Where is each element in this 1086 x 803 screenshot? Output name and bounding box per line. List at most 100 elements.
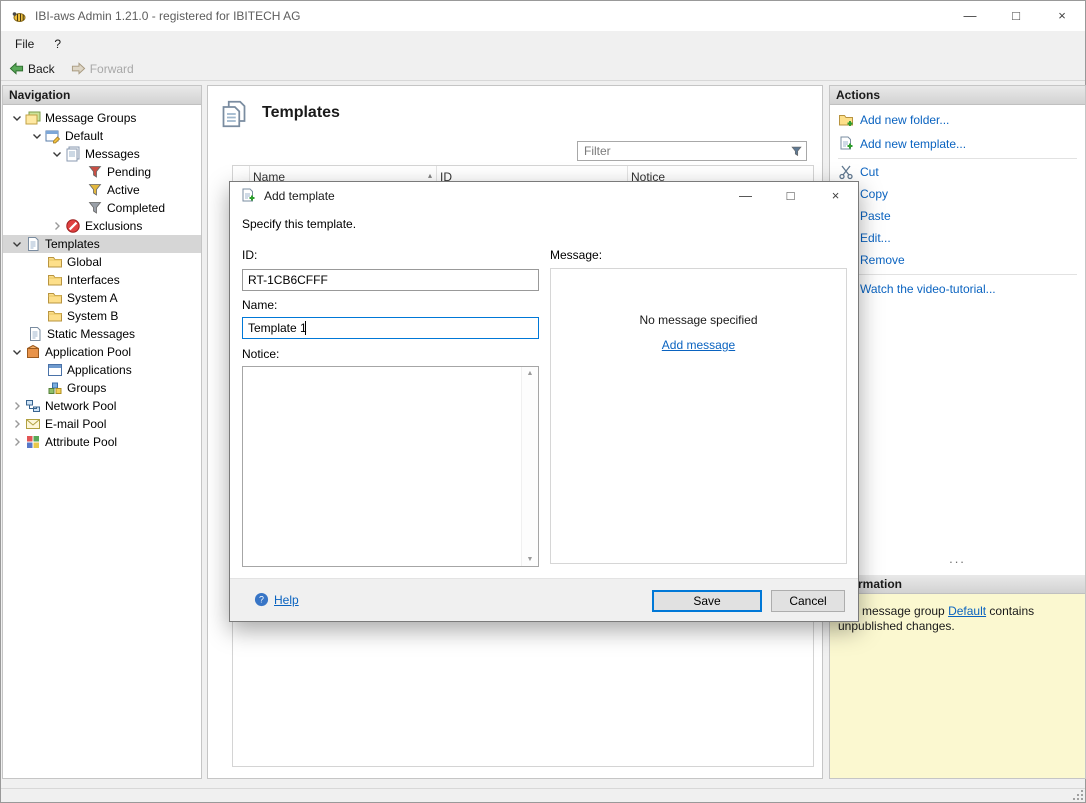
chevron-right-icon[interactable]	[9, 434, 25, 450]
tree-item-email-pool[interactable]: E-mail Pool	[3, 415, 201, 433]
tree-item-interfaces[interactable]: Interfaces	[3, 271, 201, 289]
name-label: Name:	[242, 298, 277, 312]
action-label: Add new template...	[860, 137, 966, 151]
menu-file[interactable]: File	[5, 31, 44, 57]
application-pool-icon	[25, 344, 41, 360]
forward-button[interactable]: Forward	[63, 57, 142, 81]
dialog-title: Add template	[264, 182, 335, 210]
chevron-right-icon[interactable]	[9, 398, 25, 414]
app-logo-icon	[11, 8, 27, 24]
tree-item-label: Static Messages	[47, 327, 135, 341]
tree-item-messages[interactable]: Messages	[3, 145, 201, 163]
svg-text:?: ?	[259, 595, 264, 605]
message-groups-icon	[25, 110, 41, 126]
id-label: ID:	[242, 248, 257, 262]
action-watch-video-tutorial[interactable]: Watch the video-tutorial...	[838, 278, 1081, 300]
tree-item-network-pool[interactable]: Network Pool	[3, 397, 201, 415]
titlebar: IBI-aws Admin 1.21.0 - registered for IB…	[1, 1, 1085, 31]
close-button[interactable]: ×	[1039, 1, 1085, 31]
help-button[interactable]: ? Help	[254, 592, 299, 607]
action-paste[interactable]: Paste	[838, 205, 1081, 227]
tree-item-global[interactable]: Global	[3, 253, 201, 271]
tree-item-message-groups[interactable]: Message Groups	[3, 109, 201, 127]
cancel-button[interactable]: Cancel	[771, 590, 845, 612]
tree-item-system-a[interactable]: System A	[3, 289, 201, 307]
filter-funnel-icon[interactable]	[790, 145, 803, 158]
actions-panel: Actions Add new folder... Add new templa…	[829, 85, 1086, 779]
dialog-minimize-button[interactable]: —	[723, 182, 768, 210]
navigation-panel-header: Navigation	[3, 86, 201, 105]
action-edit[interactable]: Edit...	[838, 227, 1081, 249]
chevron-down-icon[interactable]	[9, 236, 25, 252]
tree-item-label: System B	[67, 309, 118, 323]
chevron-down-icon[interactable]	[9, 344, 25, 360]
chevron-down-icon[interactable]	[9, 110, 25, 126]
tree-item-static-messages[interactable]: Static Messages	[3, 325, 201, 343]
window-title: IBI-aws Admin 1.21.0 - registered for IB…	[35, 1, 300, 31]
dialog-close-button[interactable]: ×	[813, 182, 858, 210]
save-button[interactable]: Save	[652, 590, 762, 612]
tree-item-label: E-mail Pool	[45, 417, 106, 431]
tree-item-label: Templates	[45, 237, 100, 251]
chevron-down-icon[interactable]	[49, 146, 65, 162]
id-field[interactable]	[242, 269, 539, 291]
tree-item-default[interactable]: Default	[3, 127, 201, 145]
tree-item-label: Messages	[85, 147, 140, 161]
minimize-button[interactable]: —	[947, 1, 993, 31]
tree-item-groups[interactable]: Groups	[3, 379, 201, 397]
help-label: Help	[274, 593, 299, 607]
help-icon: ?	[254, 592, 269, 607]
tree-item-label: Applications	[67, 363, 132, 377]
tree-item-label: Network Pool	[45, 399, 116, 413]
tree-item-label: Default	[65, 129, 103, 143]
notice-field[interactable]	[243, 367, 521, 566]
folder-icon	[47, 272, 63, 288]
action-add-new-folder[interactable]: Add new folder...	[838, 109, 1081, 131]
resize-grip[interactable]	[1073, 790, 1083, 800]
action-label: Add new folder...	[860, 113, 949, 127]
action-remove[interactable]: Remove	[838, 249, 1081, 271]
scroll-up-icon[interactable]: ▲	[527, 367, 534, 380]
tree-item-exclusions[interactable]: Exclusions	[3, 217, 201, 235]
add-message-link[interactable]: Add message	[662, 338, 735, 352]
tree-item-system-b[interactable]: System B	[3, 307, 201, 325]
tree-item-completed[interactable]: Completed	[3, 199, 201, 217]
chevron-down-icon[interactable]	[29, 128, 45, 144]
chevron-right-icon[interactable]	[9, 416, 25, 432]
email-pool-icon	[25, 416, 41, 432]
dialog-titlebar: Add template — □ ×	[230, 182, 858, 210]
action-cut[interactable]: Cut	[838, 161, 1081, 183]
chevron-right-icon[interactable]	[49, 218, 65, 234]
back-button[interactable]: Back	[1, 57, 63, 81]
dialog-window-controls: — □ ×	[723, 182, 858, 210]
panel-splitter-handle[interactable]: ...	[830, 554, 1085, 568]
sort-ascending-icon: ▴	[428, 170, 432, 180]
tree-item-templates[interactable]: Templates	[3, 235, 201, 253]
network-pool-icon	[25, 398, 41, 414]
tree-item-application-pool[interactable]: Application Pool	[3, 343, 201, 361]
folder-icon	[47, 254, 63, 270]
default-group-link[interactable]: Default	[948, 604, 986, 618]
add-template-icon	[838, 136, 854, 152]
message-box: No message specified Add message	[550, 268, 847, 564]
tree-item-attribute-pool[interactable]: Attribute Pool	[3, 433, 201, 451]
tree-item-label: Message Groups	[45, 111, 136, 125]
status-bar	[1, 788, 1085, 802]
action-copy[interactable]: Copy	[838, 183, 1081, 205]
dialog-subtitle: Specify this template.	[242, 217, 356, 231]
tree-item-pending[interactable]: Pending	[3, 163, 201, 181]
name-field[interactable]	[242, 317, 539, 339]
navigation-panel: Navigation Message Groups Default Messag…	[2, 85, 202, 779]
menu-help[interactable]: ?	[44, 31, 71, 57]
navigation-toolbar: Back Forward	[1, 57, 1085, 81]
tree-item-label: Groups	[67, 381, 106, 395]
tree-item-active[interactable]: Active	[3, 181, 201, 199]
notice-scrollbar[interactable]: ▲ ▼	[521, 367, 538, 566]
dialog-maximize-button[interactable]: □	[768, 182, 813, 210]
scroll-down-icon[interactable]: ▼	[527, 553, 534, 566]
tree-item-applications[interactable]: Applications	[3, 361, 201, 379]
information-box: The message group Default contains unpub…	[830, 594, 1085, 778]
action-add-new-template[interactable]: Add new template...	[838, 133, 1081, 155]
maximize-button[interactable]: □	[993, 1, 1039, 31]
filter-input[interactable]	[578, 142, 786, 160]
